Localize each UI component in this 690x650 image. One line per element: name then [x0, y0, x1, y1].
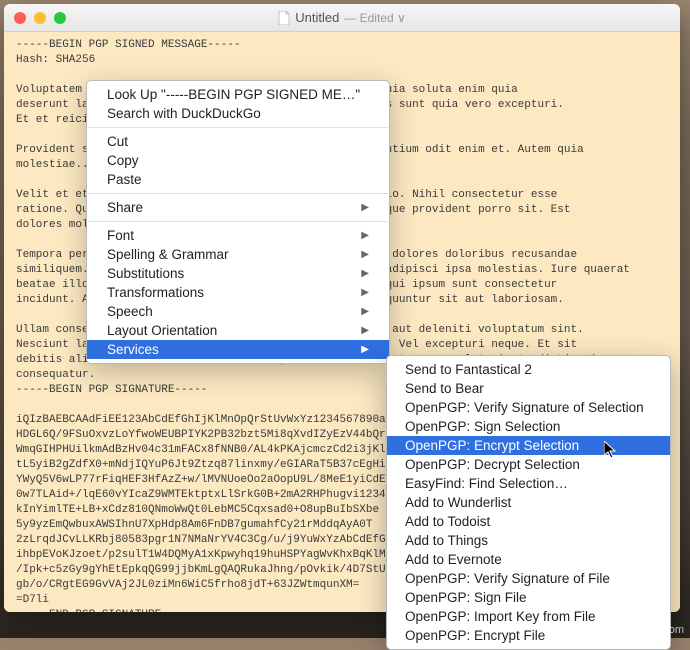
menu-font-label: Font — [107, 228, 134, 243]
menu-cut-label: Cut — [107, 134, 128, 149]
menu-separator — [88, 127, 388, 128]
menu-share-label: Share — [107, 200, 143, 215]
window-title: Untitled — [295, 10, 339, 25]
services-item-label: OpenPGP: Sign Selection — [405, 419, 560, 434]
services-item-label: Add to Wunderlist — [405, 495, 511, 510]
zoom-button[interactable] — [54, 12, 66, 24]
services-item[interactable]: OpenPGP: Decrypt Selection — [387, 455, 670, 474]
menu-substitutions[interactable]: Substitutions ▶ — [87, 264, 389, 283]
services-item[interactable]: Send to Fantastical 2 — [387, 360, 670, 379]
menu-paste-label: Paste — [107, 172, 142, 187]
services-item-label: OpenPGP: Encrypt File — [405, 628, 545, 643]
chevron-right-icon: ▶ — [361, 268, 369, 279]
services-item-label: OpenPGP: Sign File — [405, 590, 527, 605]
services-item-label: OpenPGP: Encrypt Selection — [405, 438, 579, 453]
minimize-button[interactable] — [34, 12, 46, 24]
window-title-wrap: Untitled — Edited ∨ — [4, 10, 680, 25]
services-item-label: Send to Fantastical 2 — [405, 362, 532, 377]
services-item-label: OpenPGP: Decrypt Selection — [405, 457, 580, 472]
services-item-label: OpenPGP: Import Key from File — [405, 609, 596, 624]
menu-lookup[interactable]: Look Up "-----BEGIN PGP SIGNED ME…" — [87, 85, 389, 104]
menu-copy-label: Copy — [107, 153, 139, 168]
menu-transformations-label: Transformations — [107, 285, 204, 300]
menu-lookup-label: Look Up "-----BEGIN PGP SIGNED ME…" — [107, 87, 360, 102]
services-item[interactable]: Add to Things — [387, 531, 670, 550]
services-item[interactable]: OpenPGP: Verify Signature of Selection — [387, 398, 670, 417]
chevron-right-icon: ▶ — [361, 344, 369, 355]
edited-label[interactable]: — Edited ∨ — [344, 11, 405, 25]
menu-share[interactable]: Share ▶ — [87, 198, 389, 217]
chevron-right-icon: ▶ — [361, 306, 369, 317]
services-item[interactable]: OpenPGP: Verify Signature of File — [387, 569, 670, 588]
menu-services-label: Services — [107, 342, 159, 357]
context-menu: Look Up "-----BEGIN PGP SIGNED ME…" Sear… — [86, 80, 390, 364]
close-button[interactable] — [14, 12, 26, 24]
chevron-right-icon: ▶ — [361, 202, 369, 213]
services-item[interactable]: Add to Todoist — [387, 512, 670, 531]
menu-layout-label: Layout Orientation — [107, 323, 217, 338]
chevron-right-icon: ▶ — [361, 325, 369, 336]
services-item[interactable]: Add to Evernote — [387, 550, 670, 569]
watermark: wsxdn.com — [629, 624, 684, 636]
traffic-lights — [14, 12, 66, 24]
menu-paste[interactable]: Paste — [87, 170, 389, 189]
titlebar: Untitled — Edited ∨ — [4, 4, 680, 32]
services-submenu: Send to Fantastical 2 Send to Bear OpenPGP… — [386, 355, 671, 650]
services-item[interactable]: OpenPGP: Sign File — [387, 588, 670, 607]
services-item[interactable]: OpenPGP: Encrypt File — [387, 626, 670, 645]
services-item-label: Send to Bear — [405, 381, 484, 396]
services-item[interactable]: EasyFind: Find Selection… — [387, 474, 670, 493]
services-item[interactable]: OpenPGP: Sign Selection — [387, 417, 670, 436]
services-item-label: OpenPGP: Verify Signature of Selection — [405, 400, 644, 415]
services-item-label: Add to Evernote — [405, 552, 502, 567]
menu-substitutions-label: Substitutions — [107, 266, 184, 281]
menu-speech-label: Speech — [107, 304, 153, 319]
services-item-label: EasyFind: Find Selection… — [405, 476, 568, 491]
menu-transformations[interactable]: Transformations ▶ — [87, 283, 389, 302]
services-item-label: Add to Things — [405, 533, 488, 548]
menu-speech[interactable]: Speech ▶ — [87, 302, 389, 321]
menu-copy[interactable]: Copy — [87, 151, 389, 170]
services-item-label: Add to Todoist — [405, 514, 490, 529]
menu-search[interactable]: Search with DuckDuckGo — [87, 104, 389, 123]
services-item[interactable]: Send to Bear — [387, 379, 670, 398]
menu-spelling[interactable]: Spelling & Grammar ▶ — [87, 245, 389, 264]
menu-search-label: Search with DuckDuckGo — [107, 106, 261, 121]
services-item[interactable]: OpenPGP: Encrypt Selection — [387, 436, 670, 455]
document-icon — [278, 11, 290, 25]
chevron-right-icon: ▶ — [361, 230, 369, 241]
menu-font[interactable]: Font ▶ — [87, 226, 389, 245]
menu-services[interactable]: Services ▶ — [87, 340, 389, 359]
menu-spelling-label: Spelling & Grammar — [107, 247, 229, 262]
menu-cut[interactable]: Cut — [87, 132, 389, 151]
services-item-label: OpenPGP: Verify Signature of File — [405, 571, 610, 586]
chevron-right-icon: ▶ — [361, 249, 369, 260]
chevron-right-icon: ▶ — [361, 287, 369, 298]
menu-separator — [88, 193, 388, 194]
services-item[interactable]: OpenPGP: Import Key from File — [387, 607, 670, 626]
services-item[interactable]: Add to Wunderlist — [387, 493, 670, 512]
menu-separator — [88, 221, 388, 222]
menu-layout[interactable]: Layout Orientation ▶ — [87, 321, 389, 340]
